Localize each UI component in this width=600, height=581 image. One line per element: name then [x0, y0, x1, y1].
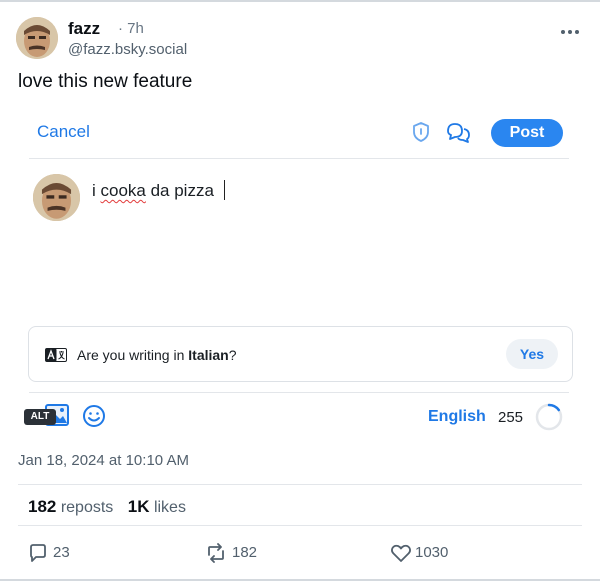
likes-label: likes	[153, 499, 186, 516]
like-button[interactable]: 1030	[390, 541, 460, 567]
reply-button[interactable]: 23	[28, 541, 88, 567]
author-avatar[interactable]	[16, 17, 58, 59]
composer-toolbar-divider	[29, 392, 569, 393]
top-divider	[0, 0, 600, 2]
composer-avatar	[33, 174, 80, 221]
language-suggestion-banner: Are you writing in Italian? Yes	[28, 326, 573, 382]
yes-button[interactable]: Yes	[506, 339, 558, 369]
author-name[interactable]: fazz	[68, 19, 100, 39]
repost-button[interactable]: 182	[204, 541, 274, 567]
reposts-label: reposts	[60, 499, 114, 516]
author-handle[interactable]: @fazz.bsky.social	[68, 41, 187, 58]
character-progress-ring	[535, 403, 563, 431]
language-select[interactable]: English	[428, 408, 486, 426]
likes-stat[interactable]: 1K likes	[127, 497, 186, 516]
post-button[interactable]: Post	[491, 119, 563, 147]
reply-count: 23	[53, 544, 70, 561]
chat-bubbles-icon[interactable]	[445, 121, 471, 143]
post-header: fazz · 7h @fazz.bsky.social	[16, 17, 584, 61]
reposts-count: 182	[28, 497, 57, 516]
post-text: love this new feature	[18, 71, 193, 92]
draft-text-input[interactable]: i cooka da pizza	[92, 180, 225, 201]
post-age: · 7h	[118, 20, 144, 37]
characters-remaining: 255	[498, 409, 524, 426]
text-caret	[223, 180, 225, 200]
language-question-suffix: ?	[228, 347, 237, 363]
draft-prefix: i	[92, 181, 101, 200]
add-image-button[interactable]: ALT	[24, 402, 72, 428]
more-horizontal-icon[interactable]	[560, 25, 580, 39]
emoji-icon[interactable]	[82, 404, 106, 428]
post-actions: 23 182 1030	[0, 541, 600, 567]
shield-icon[interactable]	[411, 121, 431, 143]
post-stats: 182 reposts 1K likes	[28, 497, 196, 517]
heart-icon	[391, 544, 411, 562]
language-question: Are you writing in Italian?	[77, 347, 237, 363]
composer-divider	[29, 158, 569, 159]
stats-top-divider	[18, 484, 582, 485]
repost-icon	[208, 543, 224, 563]
language-question-prefix: Are you writing in	[77, 347, 189, 363]
embedded-composer-screenshot: Cancel Post i cooka da pizza Are you wri…	[18, 112, 582, 442]
reposts-stat[interactable]: 182 reposts	[28, 497, 114, 516]
misspelled-word: cooka	[100, 181, 146, 200]
stats-bottom-divider	[18, 525, 582, 526]
reply-icon	[30, 544, 46, 562]
post-timestamp: Jan 18, 2024 at 10:10 AM	[18, 452, 189, 469]
cancel-button[interactable]: Cancel	[37, 122, 90, 142]
likes-count: 1K	[127, 497, 150, 516]
like-count: 1030	[415, 544, 449, 561]
repost-count: 182	[232, 544, 258, 561]
translate-icon	[45, 348, 67, 362]
alt-badge: ALT	[24, 409, 56, 425]
suggested-language: Italian	[188, 347, 229, 363]
draft-suffix: da pizza	[145, 181, 214, 200]
